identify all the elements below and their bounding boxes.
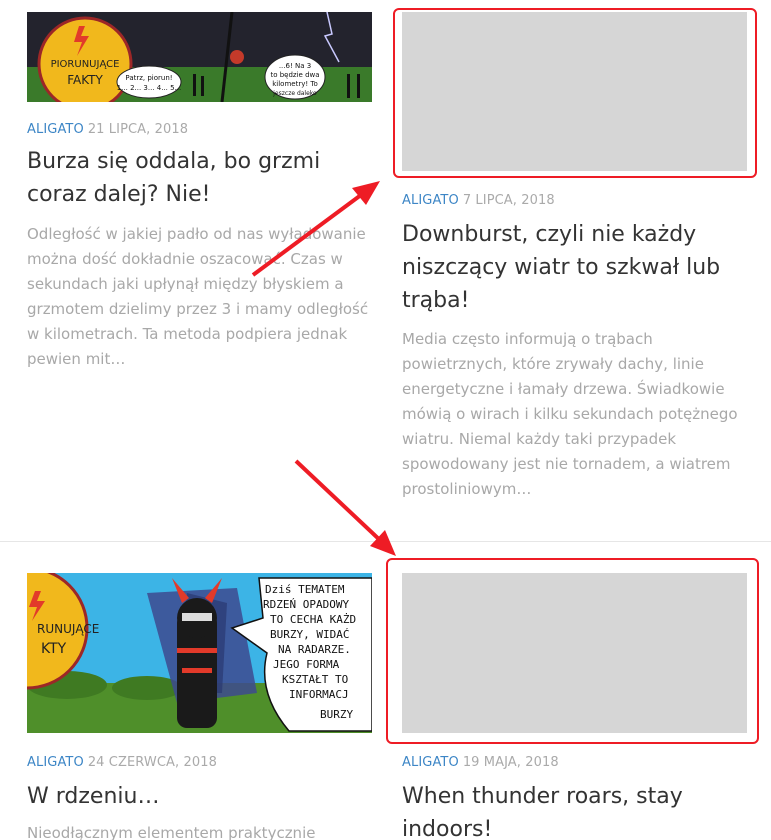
post-title-4[interactable]: When thunder roars, stay indoors! xyxy=(402,780,722,840)
post-date: 19 MAJA, 2018 xyxy=(462,755,559,770)
annotation-highlight-box-1 xyxy=(393,8,757,178)
annotation-highlight-box-2 xyxy=(386,558,759,744)
post-meta-4: ALIGATO 19 MAJA, 2018 xyxy=(402,755,559,770)
post-excerpt-2: Media często informują o trąbach powietr… xyxy=(402,330,738,498)
post-title-2[interactable]: Downburst, czyli nie każdy niszczący wia… xyxy=(402,218,742,317)
post-author-link[interactable]: ALIGATO xyxy=(402,755,459,770)
post-card-4: ALIGATO 19 MAJA, 2018 When thunder roars,… xyxy=(0,0,759,840)
post-date: 7 LIPCA, 2018 xyxy=(462,193,555,208)
post-meta-2: ALIGATO 7 LIPCA, 2018 xyxy=(402,193,555,208)
post-author-link[interactable]: ALIGATO xyxy=(402,193,459,208)
